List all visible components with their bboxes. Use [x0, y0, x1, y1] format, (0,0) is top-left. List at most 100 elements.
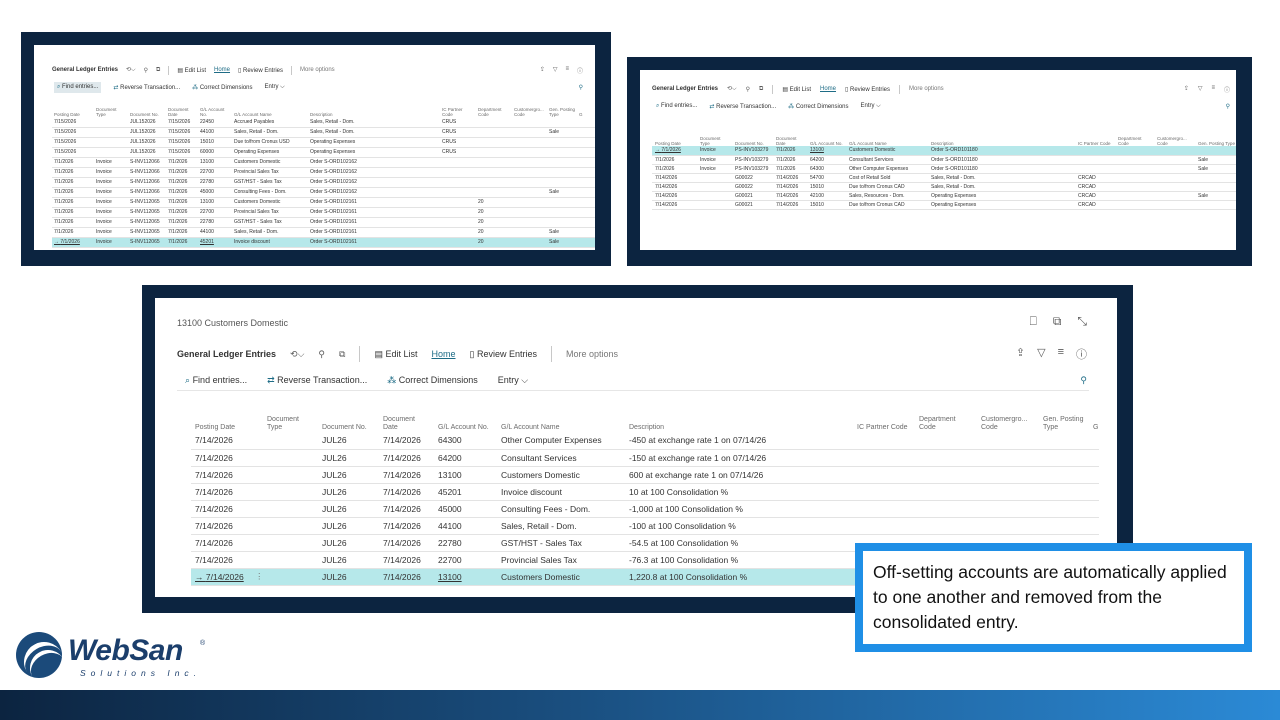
column-header[interactable]: G/L Account No.: [198, 101, 232, 117]
list-view-icon[interactable]: ≡: [1211, 85, 1215, 94]
column-header[interactable]: IC Partner Code: [440, 101, 476, 117]
tab-home[interactable]: Home: [214, 67, 230, 73]
table-row[interactable]: 7/1/2026 Invoice PS-INV103279 7/1/2026 64200…: [652, 155, 1236, 165]
open-in-new-icon[interactable]: ⧉: [759, 86, 763, 93]
table-row[interactable]: 7/1/2026 Invoice S-INV112066 7/1/2026 22780 G…: [52, 177, 595, 188]
column-header[interactable]: Document No.: [318, 410, 379, 432]
table-row[interactable]: 7/1/2026 Invoice S-INV112065 7/1/2026 44100 S…: [52, 227, 595, 238]
info-icon[interactable]: ⓘ: [577, 66, 583, 75]
column-header[interactable]: Document Date: [379, 410, 434, 432]
more-options-button[interactable]: More options: [300, 67, 335, 73]
table-row[interactable]: 7/14/2026 G00021 7/14/2026 15010 Due to/from…: [652, 200, 1236, 210]
more-options-button[interactable]: More options: [566, 349, 618, 359]
table-row[interactable]: 7/14/2026 G00022 7/14/2026 54700 Cost of Ret…: [652, 173, 1236, 183]
review-entries-button[interactable]: ▯ Review Entries: [470, 349, 537, 360]
open-in-new-icon[interactable]: ⧉: [156, 67, 160, 74]
table-row[interactable]: 7/14/2026 JUL26 7/14/2026 64300 Other Comput…: [191, 432, 1099, 450]
edit-list-button[interactable]: ▤ Edit List: [782, 86, 811, 93]
correct-dimensions-button[interactable]: ⁂ Correct Dimensions: [387, 375, 478, 386]
table-row[interactable]: 7/15/2026 JUL152026 7/15/2026 22450 Accrued …: [52, 117, 595, 128]
share-icon[interactable]: ⟲⌵: [290, 349, 304, 360]
column-header[interactable]: [251, 410, 263, 432]
posting-date-link[interactable]: 7/14/2026: [206, 572, 244, 582]
reverse-transaction-button[interactable]: ⇄ Reverse Transaction...: [267, 375, 367, 386]
table-row[interactable]: 7/14/2026 JUL26 7/14/2026 45000 Consulting F…: [191, 500, 1099, 518]
column-header[interactable]: G: [1089, 410, 1099, 432]
table-row[interactable]: → 7/1/2026 Invoice PS-INV103279 7/1/2026 131…: [652, 146, 1236, 156]
filter-icon[interactable]: ▽: [1198, 85, 1203, 94]
column-header[interactable]: Customergro... Code: [977, 410, 1039, 432]
table-row[interactable]: 7/14/2026 JUL26 7/14/2026 44100 Sales, Retai…: [191, 517, 1099, 535]
table-row[interactable]: 7/14/2026 G00022 7/14/2026 15010 Due to/from…: [652, 182, 1236, 192]
info-icon[interactable]: ⓘ: [1076, 346, 1087, 362]
column-header[interactable]: Document Type: [94, 101, 128, 117]
column-header[interactable]: Customergro... Code: [1154, 125, 1195, 146]
info-icon[interactable]: ⓘ: [1224, 85, 1230, 94]
column-header[interactable]: Posting Date: [191, 410, 251, 432]
table-row[interactable]: 7/15/2026 JUL152026 7/15/2026 15010 Due to/f…: [52, 137, 595, 148]
open-in-new-icon[interactable]: ⧉: [339, 349, 345, 360]
column-header[interactable]: Document Date: [773, 125, 807, 146]
column-header[interactable]: G/L Account Name: [232, 101, 308, 117]
review-entries-button[interactable]: ▯ Review Entries: [845, 86, 890, 93]
table-row[interactable]: 7/1/2026 Invoice S-INV112066 7/1/2026 45000 C…: [52, 187, 595, 198]
more-options-button[interactable]: More options: [909, 86, 944, 92]
column-header[interactable]: IC Partner Code: [853, 410, 915, 432]
table-row[interactable]: 7/15/2026 JUL152026 7/15/2026 60000 Operatin…: [52, 147, 595, 158]
table-row[interactable]: 7/1/2026 Invoice PS-INV103279 7/1/2026 64300…: [652, 164, 1236, 174]
filter-icon[interactable]: ▽: [1037, 346, 1045, 362]
posting-date-link[interactable]: 7/1/2026: [60, 239, 79, 245]
table-row[interactable]: 7/1/2026 Invoice S-INV112066 7/1/2026 22700 P…: [52, 167, 595, 178]
column-header[interactable]: Department Code: [915, 410, 977, 432]
table-row[interactable]: 7/1/2026 Invoice S-INV112065 7/1/2026 13100 C…: [52, 197, 595, 208]
column-header[interactable]: Document No.: [732, 125, 773, 146]
edit-list-button[interactable]: ▤ Edit List: [177, 67, 206, 74]
column-header[interactable]: G: [577, 101, 595, 117]
column-header[interactable]: Description: [928, 125, 1075, 146]
column-header[interactable]: IC Partner Code: [1075, 125, 1115, 146]
posting-date-link[interactable]: 7/1/2026: [661, 147, 680, 153]
column-header[interactable]: Description: [308, 101, 440, 117]
table-row[interactable]: 7/1/2026 Invoice S-INV112065 7/1/2026 22780 G…: [52, 217, 595, 228]
column-header[interactable]: Gen. Posting Type: [547, 101, 577, 117]
reverse-transaction-button[interactable]: ⇄ Reverse Transaction...: [709, 103, 776, 110]
column-header[interactable]: Customergro... Code: [512, 101, 547, 117]
collapse-icon[interactable]: ⤡: [1077, 314, 1087, 329]
pin-icon[interactable]: ⚲: [1226, 103, 1230, 110]
share-icon[interactable]: ⇪: [1016, 346, 1025, 362]
bookmark-icon[interactable]: ⎕: [1030, 314, 1037, 329]
share-icon[interactable]: ⟲⌵: [126, 66, 136, 74]
table-row[interactable]: 7/14/2026 G00021 7/14/2026 42100 Sales, Reso…: [652, 191, 1236, 201]
share-icon[interactable]: ⇪: [540, 66, 545, 75]
table-row[interactable]: 7/14/2026 JUL26 7/14/2026 13100 Customers Do…: [191, 466, 1099, 484]
column-header[interactable]: G/L Account Name: [846, 125, 928, 146]
correct-dimensions-button[interactable]: ⁂ Correct Dimensions: [788, 103, 848, 110]
table-row[interactable]: 7/14/2026 JUL26 7/14/2026 45201 Invoice disc…: [191, 483, 1099, 501]
column-header[interactable]: G/L Account Name: [497, 410, 625, 432]
pin-icon[interactable]: ⚲: [579, 84, 583, 91]
column-header[interactable]: Department Code: [1115, 125, 1154, 146]
find-entries-button[interactable]: ⌕ Find entries...: [656, 103, 697, 110]
share-icon[interactable]: ⇪: [1184, 85, 1189, 94]
table-row[interactable]: 7/15/2026 JUL152026 7/15/2026 44100 Sales, R…: [52, 127, 595, 138]
table-row[interactable]: 7/14/2026 JUL26 7/14/2026 64200 Consultant S…: [191, 449, 1099, 467]
column-header[interactable]: Document Type: [263, 410, 318, 432]
find-entries-button[interactable]: ⌕ Find entries...: [54, 81, 102, 93]
table-row[interactable]: 7/1/2026 Invoice S-INV112066 7/1/2026 13100 C…: [52, 157, 595, 168]
column-header[interactable]: Document No.: [128, 101, 166, 117]
column-header[interactable]: Document Type: [697, 125, 732, 146]
edit-list-button[interactable]: ▤ Edit List: [374, 349, 417, 360]
list-view-icon[interactable]: ≡: [565, 66, 569, 75]
column-header[interactable]: Posting Date: [652, 125, 697, 146]
find-entries-button[interactable]: ⌕ Find entries...: [185, 375, 247, 386]
column-header[interactable]: Document Date: [166, 101, 198, 117]
entry-menu[interactable]: Entry ⌵: [861, 103, 881, 110]
entry-menu[interactable]: Entry ⌵: [498, 375, 528, 386]
reverse-transaction-button[interactable]: ⇄ Reverse Transaction...: [113, 84, 180, 91]
column-header[interactable]: Gen. Posting Type: [1195, 125, 1236, 146]
column-header[interactable]: G/L Account No.: [434, 410, 497, 432]
tab-home[interactable]: Home: [431, 349, 455, 359]
column-header[interactable]: G/L Account No.: [807, 125, 846, 146]
pin-icon[interactable]: ⚲: [1080, 375, 1087, 386]
list-view-icon[interactable]: ≡: [1058, 346, 1064, 362]
